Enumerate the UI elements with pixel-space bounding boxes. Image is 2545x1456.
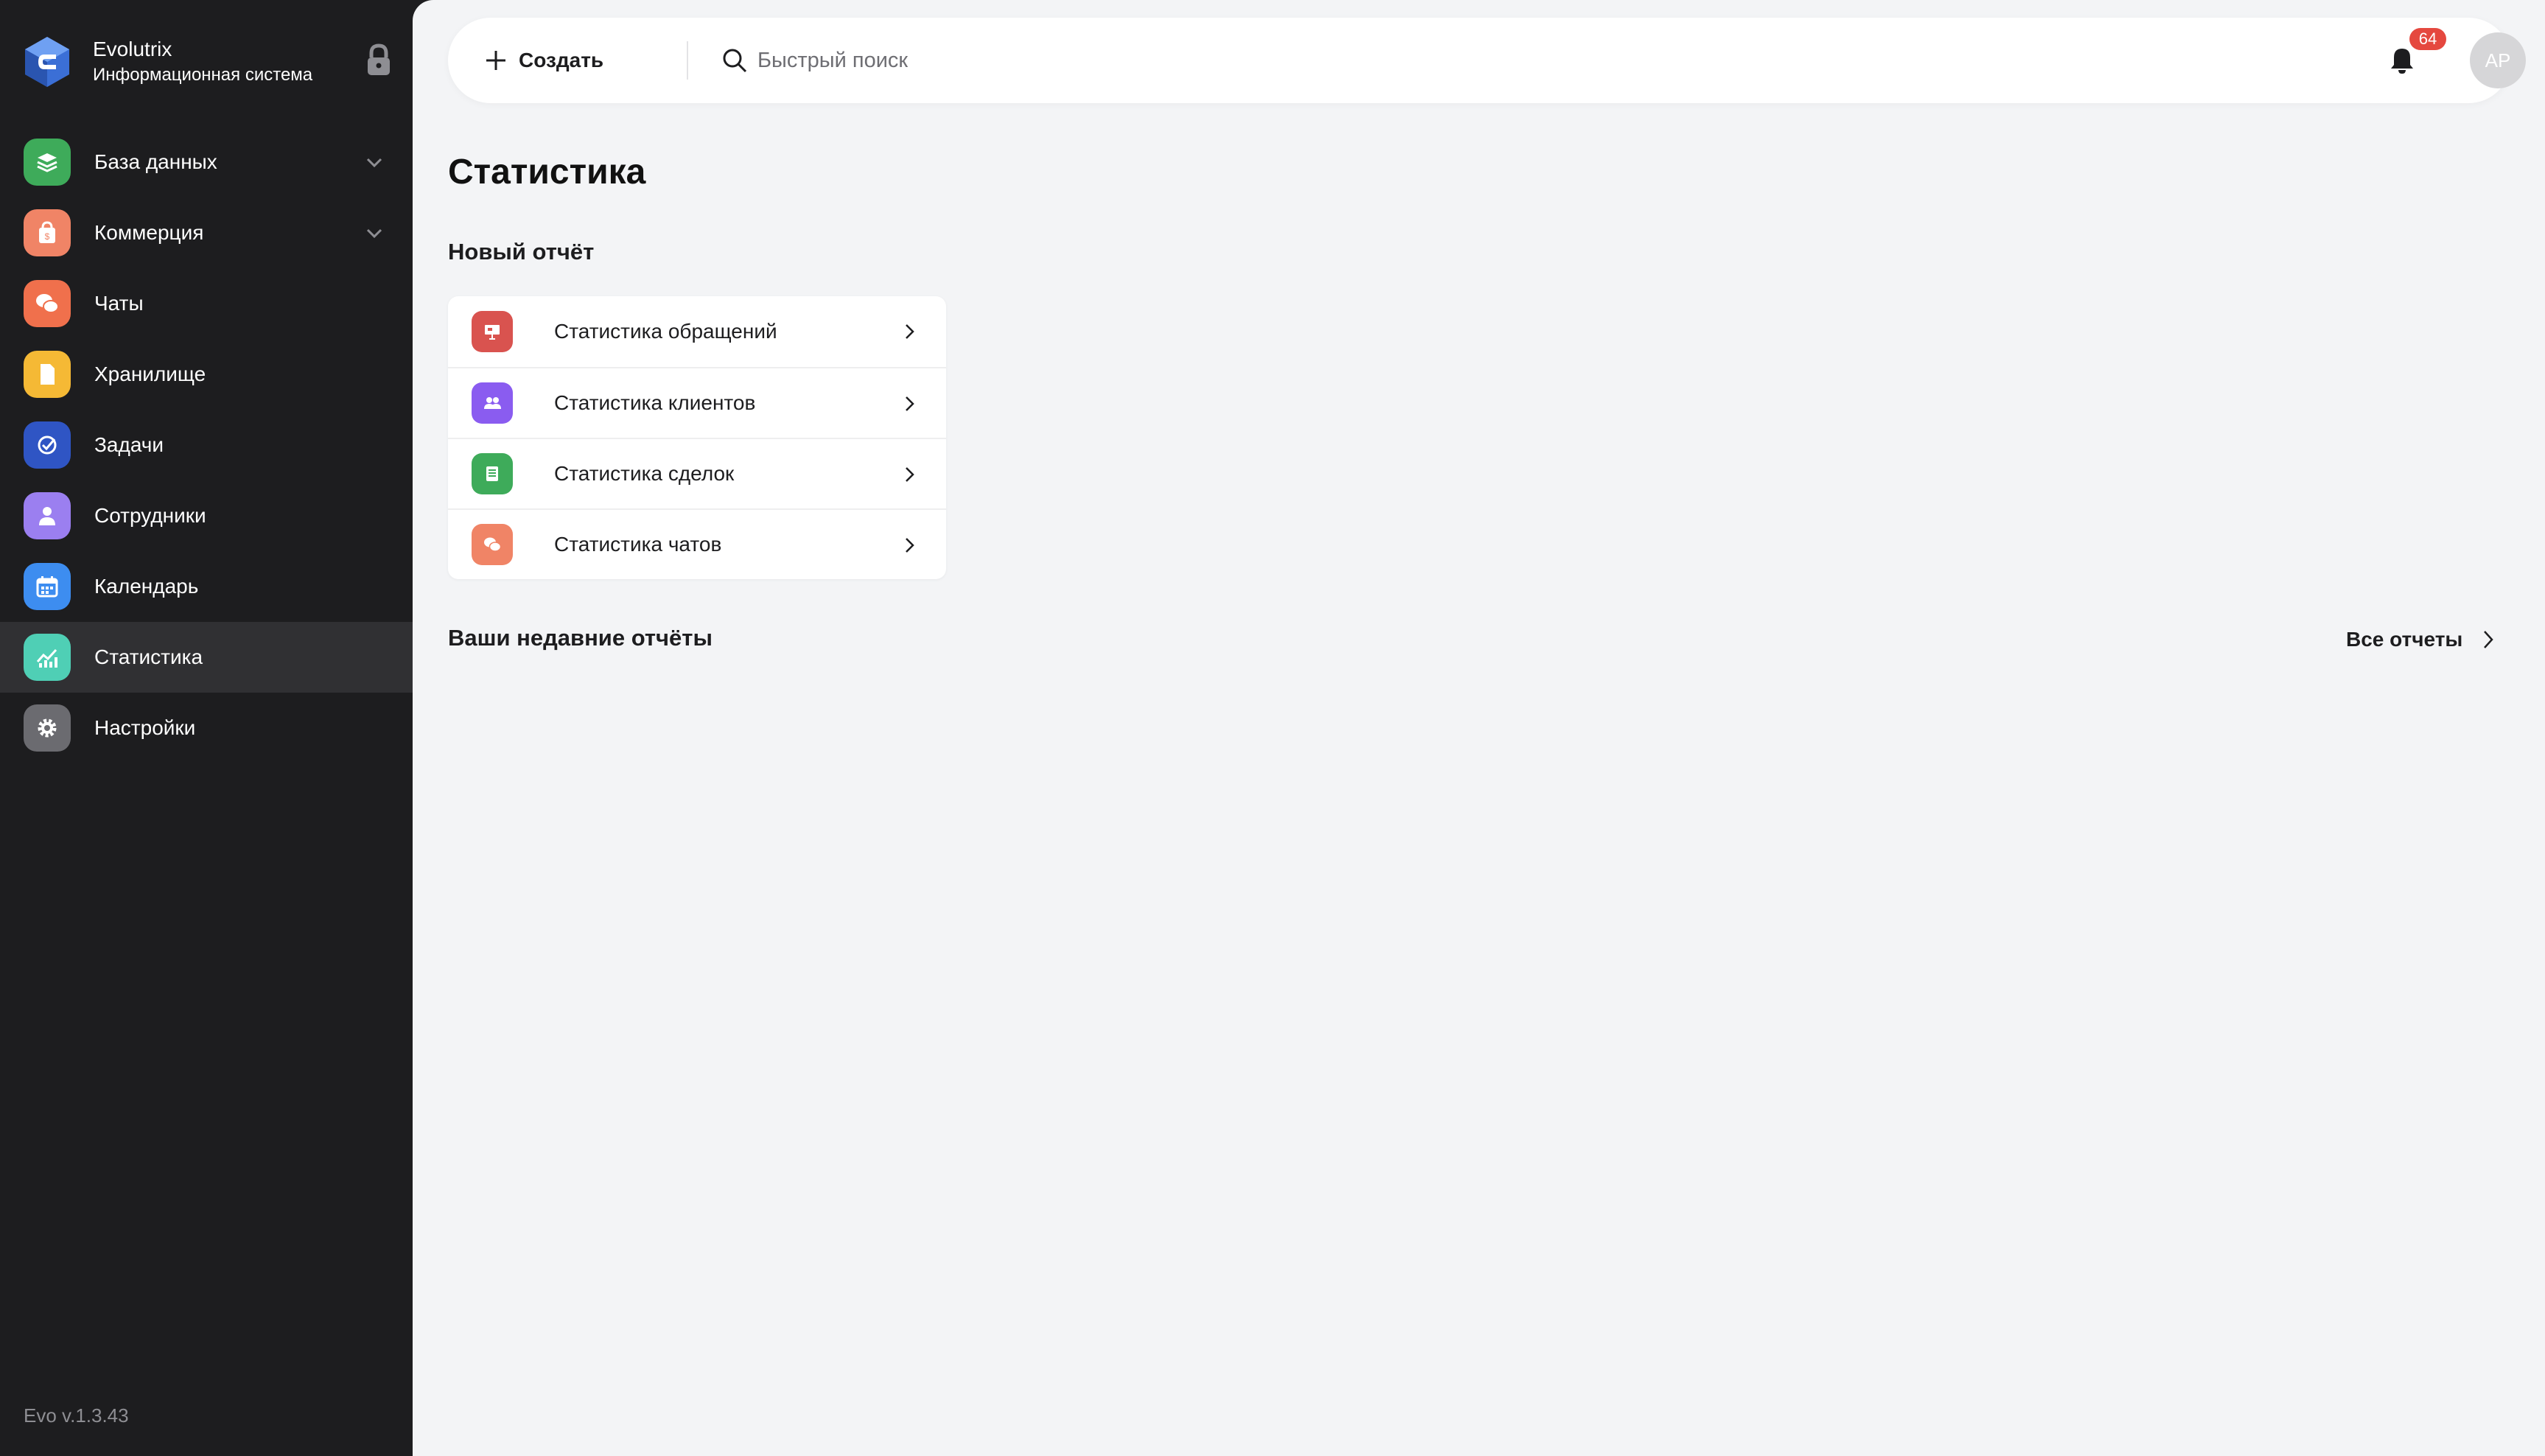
sidebar-item-calendar[interactable]: Календарь bbox=[0, 551, 413, 622]
report-item-label: Статистика клиентов bbox=[554, 391, 756, 414]
report-item-chats[interactable]: Статистика чатов bbox=[448, 508, 946, 579]
gear-icon bbox=[24, 704, 71, 752]
search-icon bbox=[723, 49, 747, 73]
sidebar-item-employees[interactable]: Сотрудники bbox=[0, 480, 413, 551]
main-content: Создать 64 AP Статистика Новый отчёт Ста… bbox=[413, 0, 2545, 1456]
create-button-label: Создать bbox=[519, 49, 604, 71]
chat-bubbles-icon bbox=[24, 280, 71, 327]
check-circle-icon bbox=[24, 421, 71, 469]
quick-search[interactable] bbox=[721, 38, 1605, 83]
notifications-bell-icon[interactable] bbox=[2386, 44, 2418, 77]
shopping-bag-icon: $ bbox=[24, 209, 71, 256]
chat-bubbles-icon bbox=[472, 524, 513, 565]
create-button[interactable]: Создать bbox=[483, 40, 603, 81]
sidebar-item-label: Сотрудники bbox=[94, 504, 206, 527]
sidebar-item-label: Хранилище bbox=[94, 363, 206, 385]
chevron-right-icon bbox=[906, 538, 914, 553]
chevron-right-icon bbox=[906, 396, 914, 411]
sidebar-item-chats[interactable]: Чаты bbox=[0, 268, 413, 339]
report-item-deals[interactable]: Статистика сделок bbox=[448, 438, 946, 508]
new-report-list: Статистика обращений Статистика клиентов… bbox=[448, 296, 946, 579]
plus-icon bbox=[486, 51, 505, 70]
layers-icon bbox=[24, 139, 71, 186]
sidebar-item-label: Статистика bbox=[94, 645, 203, 668]
search-input[interactable] bbox=[756, 47, 1493, 74]
list-icon bbox=[472, 453, 513, 494]
brand-subtitle: Информационная система bbox=[93, 65, 313, 85]
person-icon bbox=[24, 492, 71, 539]
sidebar-item-tasks[interactable]: Задачи bbox=[0, 410, 413, 480]
presentation-icon bbox=[472, 311, 513, 352]
chevron-down-icon[interactable] bbox=[364, 223, 385, 243]
app-version: Evo v.1.3.43 bbox=[24, 1404, 129, 1427]
new-report-heading: Новый отчёт bbox=[448, 239, 595, 265]
sidebar-item-storage[interactable]: Хранилище bbox=[0, 339, 413, 410]
sidebar-item-label: Коммерция bbox=[94, 221, 204, 244]
sidebar-item-label: Задачи bbox=[94, 433, 164, 456]
sidebar-item-database[interactable]: База данных bbox=[0, 127, 413, 197]
calendar-icon bbox=[24, 563, 71, 610]
sidebar: Evolutrix Информационная система База да… bbox=[0, 0, 413, 1456]
document-icon bbox=[24, 351, 71, 398]
user-avatar[interactable]: AP bbox=[2470, 32, 2526, 88]
sidebar-item-label: Настройки bbox=[94, 716, 196, 739]
chevron-right-icon bbox=[906, 467, 914, 482]
report-item-clients[interactable]: Статистика клиентов bbox=[448, 367, 946, 438]
sidebar-item-label: База данных bbox=[94, 150, 217, 173]
chart-icon bbox=[24, 634, 71, 681]
topbar: Создать 64 AP bbox=[448, 18, 2526, 103]
notifications-badge: 64 bbox=[2409, 28, 2446, 50]
brand: Evolutrix Информационная система bbox=[24, 35, 392, 88]
report-item-label: Статистика сделок bbox=[554, 462, 735, 485]
all-reports-label: Все отчеты bbox=[2346, 628, 2463, 651]
evolutrix-logo-icon bbox=[25, 37, 69, 87]
all-reports-link[interactable]: Все отчеты bbox=[2346, 623, 2499, 656]
chevron-right-icon bbox=[906, 324, 914, 339]
sidebar-item-label: Календарь bbox=[94, 575, 199, 598]
recent-reports-heading: Ваши недавние отчёты bbox=[448, 625, 713, 651]
topbar-divider bbox=[687, 41, 688, 80]
chevron-down-icon[interactable] bbox=[364, 152, 385, 172]
report-item-label: Статистика обращений bbox=[554, 320, 777, 343]
report-item-label: Статистика чатов bbox=[554, 533, 722, 556]
sidebar-nav: База данных $ Коммерция Чаты Хранилище З… bbox=[0, 127, 413, 763]
people-icon bbox=[472, 382, 513, 424]
sidebar-item-settings[interactable]: Настройки bbox=[0, 693, 413, 763]
chevron-right-icon bbox=[2484, 631, 2494, 648]
app-window: Evolutrix Информационная система База да… bbox=[0, 0, 2545, 1456]
sidebar-item-commerce[interactable]: $ Коммерция bbox=[0, 197, 413, 268]
brand-name: Evolutrix bbox=[93, 38, 172, 60]
sidebar-item-label: Чаты bbox=[94, 292, 144, 315]
sidebar-item-statistics[interactable]: Статистика bbox=[0, 622, 413, 693]
lock-icon[interactable] bbox=[365, 43, 392, 78]
page-title: Статистика bbox=[448, 153, 646, 192]
report-item-requests[interactable]: Статистика обращений bbox=[448, 296, 946, 367]
svg-text:$: $ bbox=[45, 231, 50, 242]
